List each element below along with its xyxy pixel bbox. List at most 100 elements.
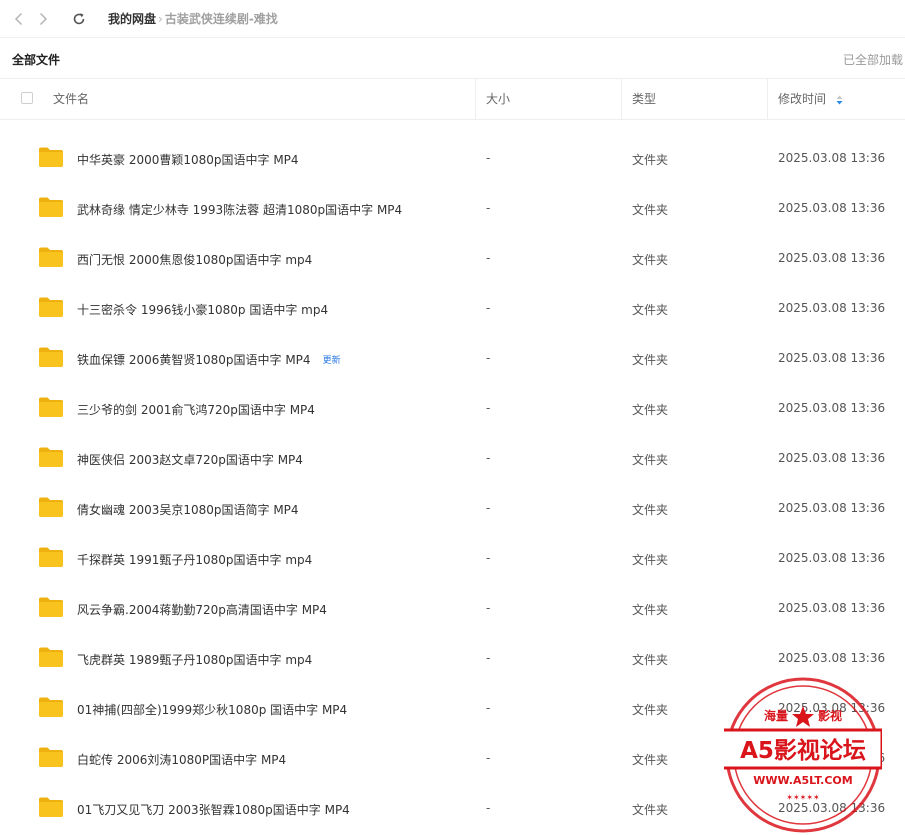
file-name[interactable]: 神医侠侣 2003赵文卓720p国语中字 MP4 (77, 451, 303, 468)
column-header-size[interactable]: 大小 (486, 79, 510, 119)
chevron-left-icon (14, 12, 23, 25)
refresh-icon (73, 12, 85, 24)
table-row[interactable]: 中华英豪 2000曹颖1080p国语中字 MP4 - 文件夹 2025.03.08 1… (0, 134, 905, 184)
column-divider[interactable] (767, 79, 768, 119)
file-modified: 2025.03.08 13:36 (778, 351, 886, 365)
folder-icon (39, 197, 63, 217)
loaded-all-status: 已全部加载 (842, 53, 903, 67)
file-size: - (486, 751, 491, 765)
file-type: 文件夹 (632, 353, 669, 367)
folder-icon (39, 547, 63, 567)
sort-icon[interactable] (836, 95, 843, 105)
all-files-title: 全部文件 (12, 53, 61, 67)
file-size: - (486, 351, 491, 365)
file-name-text: 十三密杀令 1996钱小豪1080p 国语中字 mp4 (77, 303, 329, 317)
top-toolbar: 我的网盘 › 古装武侠连续剧-难找 (0, 0, 905, 38)
watermark-url: WWW.A5LT.COM (753, 774, 852, 787)
watermark-stamp: 海量 影视 A5影视论坛 WWW.A5LT.COM ✶✶✶✶✶ (724, 677, 882, 833)
file-type: 文件夹 (632, 703, 669, 717)
breadcrumb-root[interactable]: 我的网盘 (108, 10, 156, 27)
file-type: 文件夹 (632, 653, 669, 667)
file-name[interactable]: 铁血保镖 2006黄智贤1080p国语中字 MP4 更新 (77, 351, 341, 368)
file-name[interactable]: 十三密杀令 1996钱小豪1080p 国语中字 mp4 (77, 301, 328, 318)
file-type: 文件夹 (632, 503, 669, 517)
file-name-text: 三少爷的剑 2001俞飞鸿720p国语中字 MP4 (77, 403, 315, 417)
table-row[interactable]: 十三密杀令 1996钱小豪1080p 国语中字 mp4 - 文件夹 2025.03.0… (0, 284, 905, 334)
table-row[interactable]: 倩女幽魂 2003吴京1080p国语简字 MP4 - 文件夹 2025.03.08 1… (0, 484, 905, 534)
file-type: 文件夹 (632, 553, 669, 567)
file-type: 文件夹 (632, 403, 669, 417)
file-size: - (486, 451, 491, 465)
file-name-text: 01神捕(四部全)1999郑少秋1080p 国语中字 MP4 (77, 703, 348, 717)
decorative-stars-icon: ✶✶✶✶✶ (786, 793, 820, 802)
breadcrumb-current: 古装武侠连续剧-难找 (164, 12, 278, 26)
file-name[interactable]: 倩女幽魂 2003吴京1080p国语简字 MP4 (77, 501, 299, 518)
table-row[interactable]: 西门无恨 2000焦恩俊1080p国语中字 mp4 - 文件夹 2025.03.08 … (0, 234, 905, 284)
column-header-modified[interactable]: 修改时间 (778, 79, 826, 119)
folder-icon (39, 747, 63, 767)
file-modified: 2025.03.08 13:36 (778, 551, 886, 565)
file-type: 文件夹 (632, 253, 669, 267)
list-subheader: 全部文件 已全部加载 (0, 38, 905, 78)
table-row[interactable]: 武林奇缘 情定少林寺 1993陈法蓉 超清1080p国语中字 MP4 - 文件夹 20… (0, 184, 905, 234)
file-name[interactable]: 千探群英 1991甄子丹1080p国语中字 mp4 (77, 551, 312, 568)
file-name-text: 中华英豪 2000曹颖1080p国语中字 MP4 (77, 153, 299, 167)
file-name-text: 01飞刀又见飞刀 2003张智霖1080p国语中字 MP4 (77, 803, 350, 817)
folder-icon (39, 697, 63, 717)
file-name-text: 神医侠侣 2003赵文卓720p国语中字 MP4 (77, 453, 303, 467)
file-modified: 2025.03.08 13:36 (778, 601, 886, 615)
file-name-text: 千探群英 1991甄子丹1080p国语中字 mp4 (77, 553, 313, 567)
column-divider[interactable] (475, 79, 476, 119)
file-name-text: 白蛇传 2006刘涛1080P国语中字 MP4 (77, 753, 287, 767)
file-name-text: 西门无恨 2000焦恩俊1080p国语中字 mp4 (77, 253, 313, 267)
file-name-text: 铁血保镖 2006黄智贤1080p国语中字 MP4 (77, 353, 311, 367)
folder-icon (39, 797, 63, 817)
file-size: - (486, 801, 491, 815)
file-type: 文件夹 (632, 203, 669, 217)
folder-icon (39, 297, 63, 317)
table-row[interactable]: 铁血保镖 2006黄智贤1080p国语中字 MP4 更新 - 文件夹 2025.03.0… (0, 334, 905, 384)
watermark-main: A5影视论坛 (740, 737, 866, 764)
file-type: 文件夹 (632, 153, 669, 167)
folder-icon (39, 447, 63, 467)
file-modified: 2025.03.08 13:36 (778, 251, 886, 265)
file-modified: 2025.03.08 13:36 (778, 451, 886, 465)
folder-icon (39, 597, 63, 617)
file-name[interactable]: 风云争霸.2004蒋勤勤720p高清国语中字 MP4 (77, 601, 327, 618)
file-name-text: 飞虎群英 1989甄子丹1080p国语中字 mp4 (77, 653, 313, 667)
file-size: - (486, 301, 491, 315)
file-name-text: 风云争霸.2004蒋勤勤720p高清国语中字 MP4 (77, 603, 327, 617)
table-row[interactable]: 三少爷的剑 2001俞飞鸿720p国语中字 MP4 - 文件夹 2025.03.08 … (0, 384, 905, 434)
file-size: - (486, 601, 491, 615)
file-modified: 2025.03.08 13:36 (778, 151, 886, 165)
back-button[interactable] (8, 8, 30, 30)
folder-icon (39, 397, 63, 417)
column-header-type[interactable]: 类型 (632, 79, 656, 119)
star-icon (792, 706, 814, 727)
column-header-name[interactable]: 文件名 (53, 79, 89, 119)
table-row[interactable]: 千探群英 1991甄子丹1080p国语中字 mp4 - 文件夹 2025.03.08 … (0, 534, 905, 584)
file-size: - (486, 701, 491, 715)
refresh-button[interactable] (68, 8, 90, 30)
file-name[interactable]: 01飞刀又见飞刀 2003张智霖1080p国语中字 MP4 (77, 801, 350, 818)
file-size: - (486, 401, 491, 415)
table-row[interactable]: 风云争霸.2004蒋勤勤720p高清国语中字 MP4 - 文件夹 2025.03.08… (0, 584, 905, 634)
file-modified: 2025.03.08 13:36 (778, 501, 886, 515)
file-size: - (486, 201, 491, 215)
file-name[interactable]: 中华英豪 2000曹颖1080p国语中字 MP4 (77, 151, 299, 168)
table-row[interactable]: 神医侠侣 2003赵文卓720p国语中字 MP4 - 文件夹 2025.03.08 1… (0, 434, 905, 484)
update-badge: 更新 (322, 356, 341, 366)
file-name[interactable]: 三少爷的剑 2001俞飞鸿720p国语中字 MP4 (77, 401, 315, 418)
file-name[interactable]: 武林奇缘 情定少林寺 1993陈法蓉 超清1080p国语中字 MP4 (77, 201, 402, 218)
file-name[interactable]: 西门无恨 2000焦恩俊1080p国语中字 mp4 (77, 251, 312, 268)
file-modified: 2025.03.08 13:36 (778, 301, 886, 315)
file-name[interactable]: 白蛇传 2006刘涛1080P国语中字 MP4 (77, 751, 286, 768)
file-name-text: 武林奇缘 情定少林寺 1993陈法蓉 超清1080p国语中字 MP4 (77, 203, 403, 217)
table-header: 文件名 大小 类型 修改时间 (0, 78, 905, 120)
file-name[interactable]: 飞虎群英 1989甄子丹1080p国语中字 mp4 (77, 651, 312, 668)
breadcrumb-separator: › (158, 11, 163, 26)
column-divider[interactable] (621, 79, 622, 119)
forward-button[interactable] (32, 8, 54, 30)
file-name[interactable]: 01神捕(四部全)1999郑少秋1080p 国语中字 MP4 (77, 701, 347, 718)
select-all-checkbox[interactable] (21, 92, 33, 104)
